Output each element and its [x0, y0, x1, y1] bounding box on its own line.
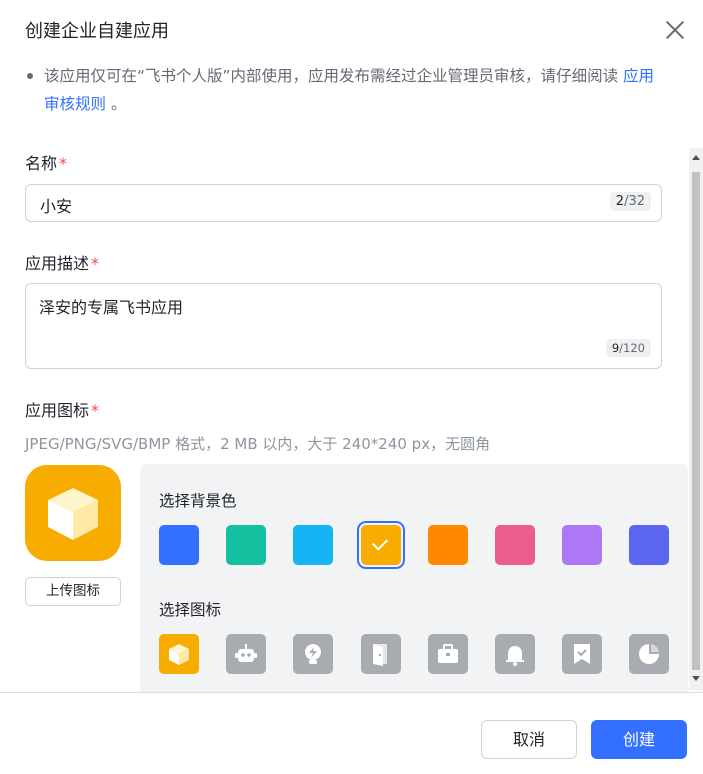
description-textarea[interactable]: 泽安的专属飞书应用 9/120: [25, 283, 662, 369]
bg-color-label: 选择背景色: [159, 492, 237, 510]
icon-label-text: 应用图标: [25, 401, 90, 420]
cube-icon: [169, 644, 189, 665]
icon-label: 应用图标 *: [25, 397, 99, 421]
color-swatch-pink[interactable]: [495, 525, 535, 565]
description-char-counter: 9/120: [605, 339, 651, 357]
color-swatch-orange[interactable]: [428, 525, 468, 565]
form-scroll-area[interactable]: 名称 * 小安 2/32 应用描述 * 泽安的专属飞书应用 9/120 应用图标 * …: [0, 140, 703, 692]
icon-option-bookmark[interactable]: [562, 634, 602, 674]
bookmark-check-icon: [574, 644, 590, 664]
required-mark: *: [91, 401, 100, 420]
description-value: 泽安的专属飞书应用: [39, 298, 184, 317]
door-icon: [373, 644, 387, 666]
notice-suffix: 。: [110, 95, 127, 113]
color-swatch-yellow[interactable]: [361, 525, 401, 565]
color-swatch-teal[interactable]: [226, 525, 266, 565]
scroll-up-arrow-icon[interactable]: [692, 155, 700, 160]
icon-option-robot[interactable]: [226, 634, 266, 674]
color-swatch-indigo[interactable]: [629, 525, 669, 565]
scroll-down-arrow-icon[interactable]: [692, 676, 700, 681]
required-mark: *: [59, 154, 68, 173]
icon-choice-label: 选择图标: [159, 601, 222, 619]
close-icon[interactable]: [662, 17, 688, 43]
name-input-value: 小安: [40, 197, 73, 216]
icon-option-door[interactable]: [361, 634, 401, 674]
name-count-max: /32: [624, 194, 645, 209]
icon-option-bell[interactable]: [495, 634, 535, 674]
notice-text: 该应用仅可在“飞书个人版”内部使用，应用发布需经过企业管理员审核，请仔细阅读: [44, 67, 619, 85]
cube-icon: [48, 488, 98, 540]
lightbulb-icon: [305, 644, 321, 664]
bullet-dot: [27, 73, 33, 79]
check-icon: [371, 534, 389, 551]
bell-icon: [506, 646, 524, 666]
cancel-button[interactable]: 取消: [481, 720, 577, 759]
icon-option-lightbulb[interactable]: [293, 634, 333, 674]
icon-option-cube[interactable]: [159, 634, 199, 674]
name-count-current: 2: [615, 194, 625, 209]
description-label: 应用描述 *: [25, 250, 99, 274]
notice: 该应用仅可在“飞书个人版”内部使用，应用发布需经过企业管理员审核，请仔细阅读 应…: [26, 62, 666, 118]
icon-option-pie-chart[interactable]: [629, 634, 669, 674]
icon-option-briefcase[interactable]: [428, 634, 468, 674]
name-char-counter: 2/32: [609, 192, 651, 211]
dialog-title: 创建企业自建应用: [25, 21, 169, 42]
description-count-max: /120: [619, 341, 645, 355]
required-mark: *: [91, 254, 100, 273]
pie-chart-icon: [639, 644, 659, 664]
icon-picker-panel: 选择背景色 选择图标: [140, 464, 688, 692]
dialog-footer: 取消 创建: [0, 692, 703, 774]
name-label: 名称 *: [25, 150, 67, 174]
robot-icon: [235, 644, 257, 662]
scrollbar-thumb[interactable]: [692, 172, 700, 670]
upload-icon-button[interactable]: 上传图标: [25, 577, 121, 606]
app-icon-preview: [25, 465, 121, 561]
color-swatch-purple[interactable]: [562, 525, 602, 565]
create-button[interactable]: 创建: [591, 720, 687, 759]
briefcase-icon: [438, 644, 458, 663]
name-label-text: 名称: [25, 154, 58, 173]
description-label-text: 应用描述: [25, 254, 90, 273]
color-swatch-cyan[interactable]: [293, 525, 333, 565]
name-input[interactable]: 小安 2/32: [25, 184, 662, 222]
color-swatch-blue[interactable]: [159, 525, 199, 565]
icon-hint: JPEG/PNG/SVG/BMP 格式，2 MB 以内，大于 240*240 p…: [25, 435, 491, 453]
